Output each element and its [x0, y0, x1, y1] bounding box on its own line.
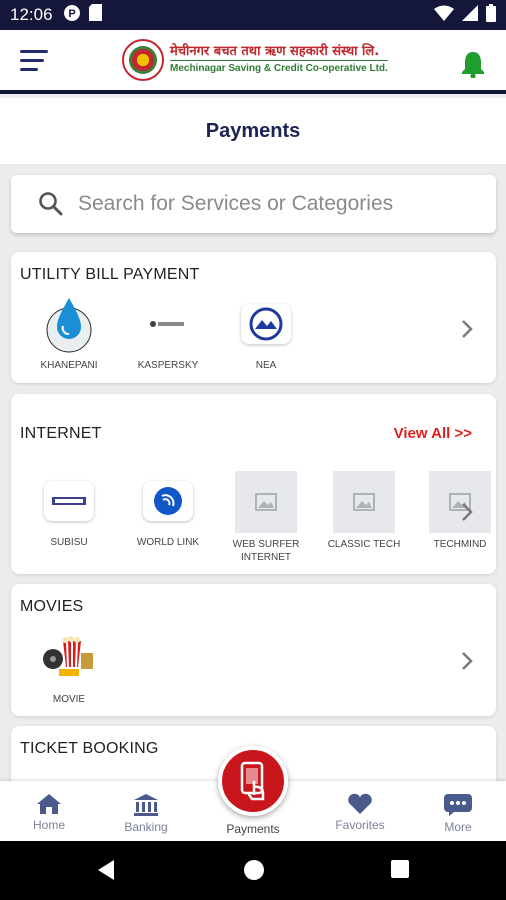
- app-notification-icon: P: [63, 4, 81, 27]
- org-name-english: Mechinagar Saving & Credit Co-operative …: [170, 60, 388, 75]
- chevron-right-icon[interactable]: [460, 650, 474, 672]
- cooperative-logo-icon: [122, 39, 164, 81]
- worldlink-tile[interactable]: WORLD LINK: [127, 471, 209, 550]
- status-bar: 12:06 P: [0, 0, 506, 30]
- movie-icon: [39, 628, 99, 688]
- classictech-tile[interactable]: CLASSIC TECH: [323, 471, 405, 552]
- nea-tile[interactable]: NEA: [225, 294, 307, 373]
- search-bar[interactable]: [11, 175, 496, 233]
- search-icon: [39, 192, 63, 216]
- subisu-logo-icon: [44, 481, 94, 521]
- worldlink-logo-icon: [143, 481, 193, 521]
- websurfer-tile[interactable]: WEB SURFER INTERNET: [225, 471, 307, 564]
- bell-icon[interactable]: [460, 50, 486, 79]
- status-time: 12:06: [10, 5, 53, 24]
- techmind-tile[interactable]: TECHMIND: [419, 471, 496, 552]
- page-title: Payments: [205, 119, 301, 142]
- movies-card: MOVIES MOVIE: [11, 584, 496, 716]
- nea-label: NEA: [255, 360, 277, 371]
- movie-label: MOVIE: [52, 694, 86, 705]
- sim-card-icon: [88, 4, 102, 26]
- subisu-label: SUBISU: [50, 537, 88, 548]
- bank-icon: [134, 794, 158, 816]
- view-all-link[interactable]: View All >>: [394, 425, 472, 442]
- chevron-right-icon[interactable]: [460, 501, 474, 523]
- utility-bill-card: UTILITY BILL PAYMENT KHANEPANI KASPERSKY…: [11, 252, 496, 383]
- classictech-label: CLASSIC TECH: [327, 539, 401, 550]
- nav-banking-label: Banking: [124, 820, 168, 834]
- kaspersky-logo-icon: [138, 294, 198, 354]
- nav-more[interactable]: More: [418, 793, 498, 834]
- internet-section-title: INTERNET: [20, 425, 102, 442]
- nav-payments-button[interactable]: [218, 746, 288, 816]
- search-input[interactable]: [78, 192, 478, 216]
- battery-icon: [486, 3, 496, 27]
- nav-banking[interactable]: Banking: [106, 793, 186, 834]
- nea-logo-icon: [241, 304, 291, 344]
- techmind-label: TECHMIND: [433, 539, 487, 550]
- back-icon[interactable]: [96, 859, 116, 886]
- khanepani-tile[interactable]: KHANEPANI: [28, 294, 110, 373]
- khanepani-label: KHANEPANI: [40, 360, 98, 371]
- nav-home-label: Home: [32, 818, 65, 832]
- phone-tap-icon: [240, 761, 265, 801]
- websurfer-label: WEB SURFER INTERNET: [232, 539, 300, 563]
- nav-more-label: More: [444, 820, 472, 834]
- utility-section-title: UTILITY BILL PAYMENT: [20, 266, 200, 283]
- kaspersky-label: KASPERSKY: [137, 360, 199, 371]
- wifi-icon: [434, 5, 454, 26]
- brand: मेचीनगर बचत तथा ऋण सहकारी संस्था लि. Mec…: [122, 39, 388, 81]
- subisu-tile[interactable]: SUBISU: [28, 471, 110, 550]
- nav-favorites-label: Favorites: [335, 818, 385, 832]
- page-title-bar: Payments: [0, 98, 506, 164]
- chevron-right-icon[interactable]: [460, 318, 474, 340]
- menu-icon[interactable]: [20, 49, 54, 71]
- svg-text:P: P: [68, 8, 75, 20]
- ticket-section-title: TICKET BOOKING: [20, 740, 159, 757]
- signal-icon: [462, 4, 478, 26]
- image-placeholder-icon: [333, 471, 395, 533]
- internet-card: INTERNET View All >> SUBISU WORLD LINK W…: [11, 394, 496, 574]
- image-placeholder-icon: [235, 471, 297, 533]
- home-circle-icon[interactable]: [243, 859, 265, 886]
- movie-tile[interactable]: MOVIE: [28, 628, 110, 707]
- app-header: मेचीनगर बचत तथा ऋण सहकारी संस्था लि. Mec…: [0, 30, 506, 94]
- heart-icon: [348, 793, 372, 814]
- home-icon: [37, 794, 61, 814]
- recents-icon[interactable]: [390, 859, 410, 884]
- org-name-nepali: मेचीनगर बचत तथा ऋण सहकारी संस्था लि.: [170, 44, 380, 60]
- android-nav-bar: [0, 841, 506, 900]
- nav-payments-label: Payments: [226, 822, 280, 836]
- water-drop-icon: [39, 294, 99, 354]
- movies-section-title: MOVIES: [20, 598, 84, 615]
- worldlink-label: WORLD LINK: [136, 537, 200, 548]
- nav-favorites[interactable]: Favorites: [320, 793, 400, 832]
- nav-home[interactable]: Home: [9, 793, 89, 832]
- more-icon: [444, 794, 472, 816]
- kaspersky-tile[interactable]: KASPERSKY: [127, 294, 209, 373]
